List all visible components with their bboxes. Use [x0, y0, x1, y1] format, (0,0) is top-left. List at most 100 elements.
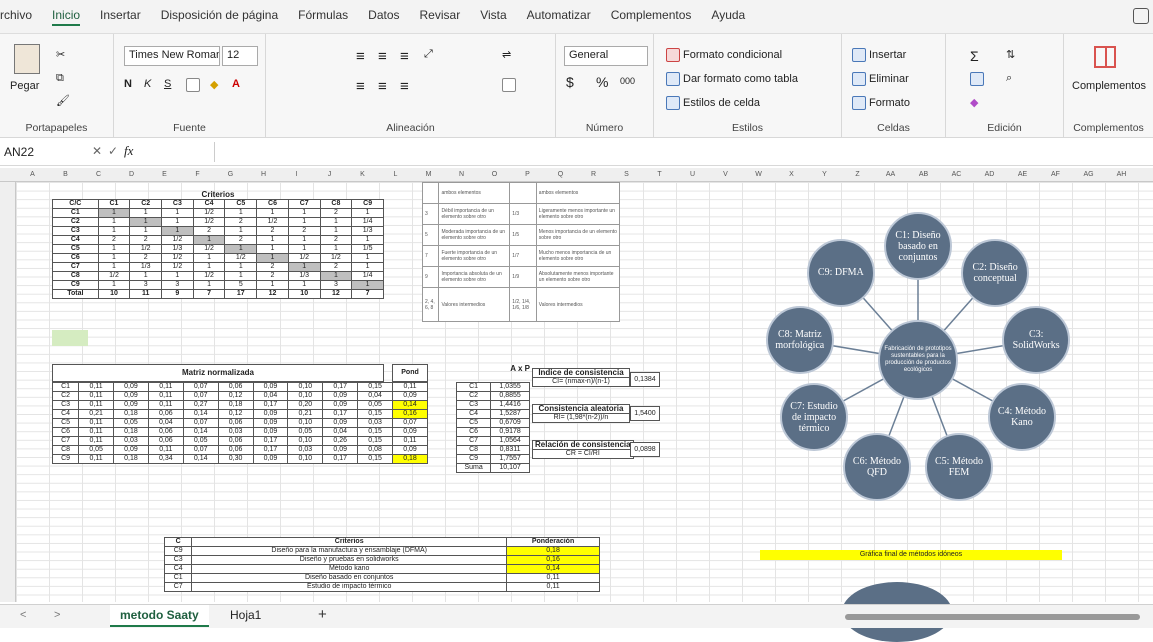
criterios-cell[interactable]: 1/2: [192, 217, 226, 227]
align-top-icon[interactable]: ≡: [356, 48, 365, 65]
column-header[interactable]: AC: [940, 171, 973, 178]
normalizada-cell[interactable]: 0,21: [287, 409, 324, 419]
normalizada-cell[interactable]: 0,09: [113, 391, 149, 401]
criterios-cell[interactable]: 1: [97, 262, 131, 272]
format-painter-icon[interactable]: 🖌: [56, 94, 70, 107]
ranking-cell[interactable]: 0,11: [506, 582, 600, 592]
column-header[interactable]: B: [49, 171, 82, 178]
criterios-cell[interactable]: 2: [319, 235, 353, 245]
column-header[interactable]: T: [643, 171, 676, 178]
normalizada-cell[interactable]: 0,09: [252, 427, 289, 437]
column-header[interactable]: J: [313, 171, 346, 178]
column-header[interactable]: K: [346, 171, 379, 178]
menu-item-7[interactable]: Vista: [480, 8, 506, 26]
normalizada-cell[interactable]: 0,10: [287, 382, 324, 392]
column-header[interactable]: AA: [874, 171, 907, 178]
normalizada-cell[interactable]: 0,07: [182, 391, 219, 401]
axp-cell[interactable]: C8: [455, 445, 492, 455]
normalizada-cell[interactable]: 0,03: [113, 436, 149, 446]
underline-button[interactable]: S: [164, 78, 171, 90]
normalizada-cell[interactable]: 0,11: [147, 382, 184, 392]
criterios-cell[interactable]: 2: [129, 253, 163, 263]
normalizada-cell[interactable]: 0,06: [147, 427, 184, 437]
insert-cells-button[interactable]: Insertar: [852, 48, 906, 62]
menu-item-10[interactable]: Ayuda: [711, 8, 745, 26]
criterios-cell[interactable]: 5: [224, 280, 258, 290]
axp-cell[interactable]: 1,0355: [490, 382, 530, 392]
normalizada-cell[interactable]: 0,04: [147, 418, 184, 428]
criterios-cell[interactable]: 1: [192, 235, 226, 245]
normalizada-cell[interactable]: 0,18: [113, 409, 149, 419]
normalizada-cell[interactable]: 0,15: [357, 454, 393, 464]
column-header[interactable]: L: [379, 171, 412, 178]
criterios-cell[interactable]: 1: [192, 262, 226, 272]
normalizada-cell[interactable]: 0,18: [392, 454, 428, 464]
criterios-cell[interactable]: C7: [52, 262, 99, 272]
borders-icon[interactable]: [186, 78, 200, 92]
criterios-cell[interactable]: 1: [97, 217, 131, 227]
criterios-cell[interactable]: 1: [287, 208, 321, 218]
criterios-cell[interactable]: 1: [129, 208, 163, 218]
criterios-cell[interactable]: 1: [161, 271, 194, 281]
criterios-cell[interactable]: 1: [161, 208, 194, 218]
normalizada-cell[interactable]: 0,16: [392, 409, 428, 419]
diagram-node[interactable]: C3: SolidWorks: [1002, 306, 1071, 375]
axp-cell[interactable]: C3: [455, 400, 492, 410]
normalizada-cell[interactable]: 0,11: [147, 445, 184, 455]
normalizada-cell[interactable]: 0,27: [182, 400, 219, 410]
criterios-cell[interactable]: 1: [256, 208, 289, 218]
criterios-cell[interactable]: 1/2: [161, 253, 194, 263]
formula-cancel-icon[interactable]: ✕: [92, 144, 102, 158]
menu-item-3[interactable]: Disposición de página: [161, 8, 278, 26]
column-header[interactable]: U: [676, 171, 709, 178]
column-header[interactable]: S: [610, 171, 643, 178]
normalizada-cell[interactable]: 0,04: [252, 391, 289, 401]
criterios-cell[interactable]: 1: [97, 253, 131, 263]
criterios-cell[interactable]: 1/2: [256, 217, 289, 227]
normalizada-cell[interactable]: 0,11: [147, 391, 184, 401]
normalizada-cell[interactable]: 0,11: [78, 436, 114, 446]
criterios-cell[interactable]: 1: [97, 280, 131, 290]
font-family-select[interactable]: Times New Roman: [124, 46, 220, 66]
copy-icon[interactable]: ⧉: [56, 72, 64, 85]
criterios-cell[interactable]: 1/3: [129, 262, 163, 272]
diagram-node[interactable]: C9: DFMA: [806, 238, 875, 307]
normalizada-cell[interactable]: 0,09: [322, 400, 359, 410]
criterios-cell[interactable]: C9: [52, 280, 99, 290]
column-header[interactable]: E: [148, 171, 181, 178]
criterios-cell[interactable]: 10: [287, 289, 321, 299]
normalizada-cell[interactable]: 0,09: [392, 445, 428, 455]
formula-enter-icon[interactable]: ✓: [108, 144, 118, 158]
criterios-cell[interactable]: 1: [192, 280, 226, 290]
diagram-node[interactable]: C6: Método QFD: [842, 433, 911, 502]
axp-cell[interactable]: C7: [455, 436, 492, 446]
addins-icon[interactable]: [1094, 46, 1116, 68]
menu-item-4[interactable]: Fórmulas: [298, 8, 348, 26]
currency-icon[interactable]: $: [566, 74, 574, 90]
normalizada-cell[interactable]: 0,05: [287, 427, 324, 437]
normalizada-cell[interactable]: 0,14: [182, 409, 219, 419]
normalizada-cell[interactable]: 0,06: [147, 436, 184, 446]
criterios-cell[interactable]: Total: [52, 289, 99, 299]
column-header[interactable]: W: [742, 171, 775, 178]
criterios-cell[interactable]: 3: [129, 280, 163, 290]
criterios-cell[interactable]: 1: [97, 244, 131, 254]
normalizada-cell[interactable]: 0,09: [322, 418, 359, 428]
ranking-cell[interactable]: Diseño para la manufactura y ensamblaje …: [191, 546, 508, 556]
italic-button[interactable]: K: [144, 78, 151, 90]
next-sheet-icon[interactable]: >: [54, 609, 60, 621]
criterios-cell[interactable]: 12: [319, 289, 353, 299]
menu-item-1[interactable]: Inicio: [52, 8, 81, 26]
criterios-cell[interactable]: 1/2: [161, 262, 194, 272]
sheet-tab[interactable]: Hoja1: [220, 608, 271, 622]
menu-item-5[interactable]: Datos: [368, 8, 399, 26]
criterios-cell[interactable]: 2: [319, 262, 353, 272]
criterios-cell[interactable]: 1: [287, 262, 321, 272]
ranking-cell[interactable]: C4: [163, 564, 193, 574]
normalizada-cell[interactable]: 0,07: [182, 445, 219, 455]
criterios-cell[interactable]: C1: [52, 208, 99, 218]
criterios-cell[interactable]: 1: [256, 244, 289, 254]
sheet-tab-active[interactable]: metodo Saaty: [110, 605, 209, 627]
diagram-node[interactable]: C2: Diseño conceptual: [961, 238, 1030, 307]
align-right-icon[interactable]: ≡: [400, 78, 409, 95]
